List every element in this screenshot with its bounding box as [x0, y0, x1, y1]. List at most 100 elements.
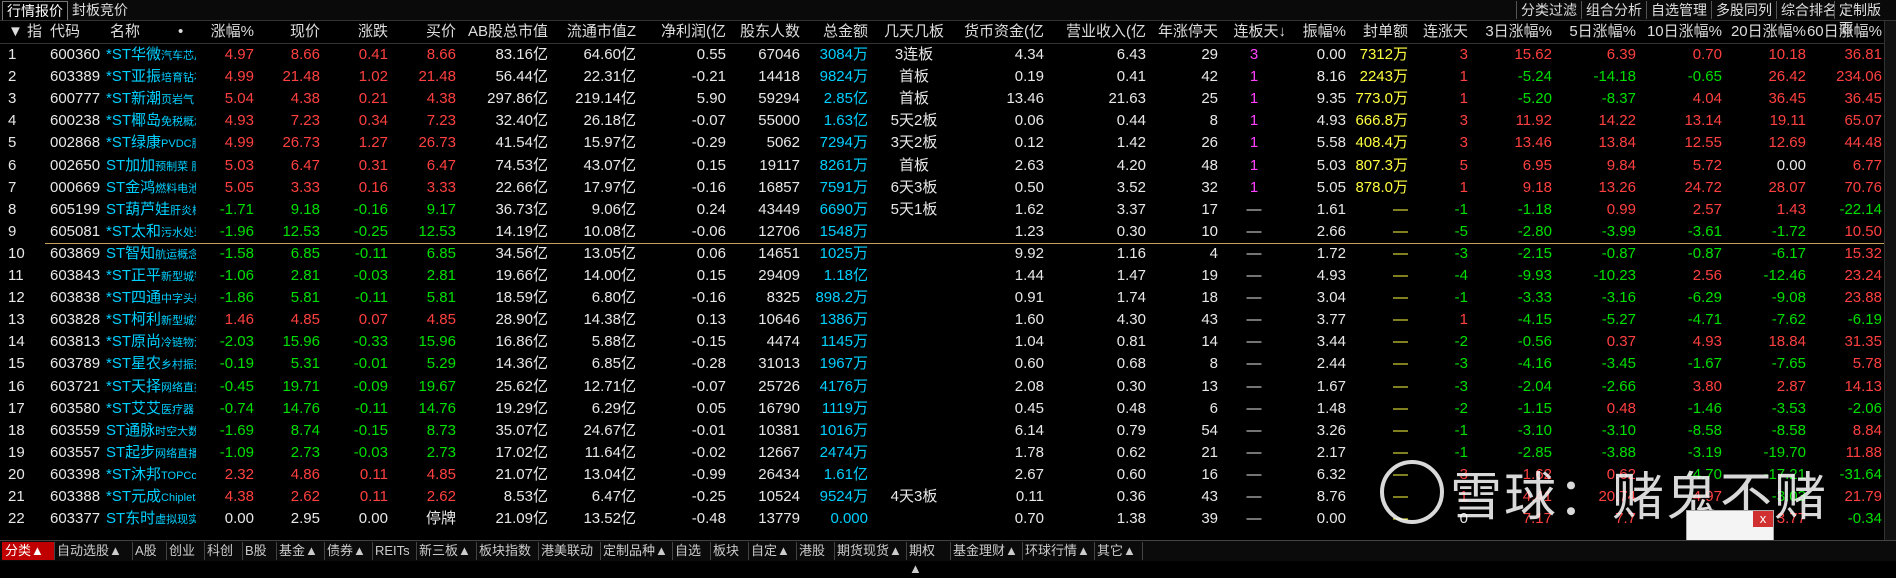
col-buy[interactable]: 买价 [396, 21, 456, 43]
stock-name[interactable]: *ST艾艾医疗器 转 [106, 398, 196, 420]
stock-name[interactable]: *ST四通中字头概 [106, 287, 196, 309]
table-row[interactable]: 1 600360 4.97 8.66 0.41 8.66 83.16亿 64.60亿 0.55 6… [0, 44, 1896, 66]
col-5d[interactable]: 5日涨幅% [1556, 21, 1636, 43]
table-row[interactable]: 8 605199 -1.71 9.18 -0.16 9.17 36.73亿 9.06亿 0.24… [0, 199, 1896, 221]
stock-name[interactable]: *ST太和污水处理 [106, 221, 196, 243]
stock-name[interactable]: *ST元成Chiplet概念 [106, 486, 196, 508]
bottom-tab[interactable]: 分类▲ [2, 542, 55, 560]
bottom-tab[interactable]: 自选 [672, 542, 711, 560]
tab-multi-stock[interactable]: 多股同列 [1711, 1, 1776, 19]
bottom-tab[interactable]: 定制品种▲ [600, 542, 673, 560]
close-icon[interactable]: x [1753, 511, 1773, 527]
stock-name[interactable]: ST通脉时空大数据 [106, 420, 196, 442]
bottom-tab[interactable]: 债券▲ [324, 542, 373, 560]
tab-ranking[interactable]: 综合排名 [1776, 1, 1841, 19]
bottom-tab[interactable]: REITs [372, 542, 417, 560]
table-row[interactable]: 18 603559 -1.69 8.74 -0.15 8.73 35.07亿 24.67亿 -0… [0, 420, 1896, 442]
stock-name[interactable]: *ST亚振培育钻石 [106, 66, 196, 88]
cell-i: 20 [8, 465, 25, 483]
stock-name[interactable]: *ST原尚冷链物流 [106, 331, 196, 353]
col-index[interactable]: ▼ 指 [8, 21, 48, 43]
stock-name[interactable]: *ST华微汽车芯片 [106, 44, 196, 66]
col-amplitude[interactable]: 振幅% [1290, 21, 1346, 43]
col-profit[interactable]: 净利润(亿 [642, 21, 726, 43]
bottom-tab[interactable]: 期货现货▲ [834, 542, 907, 560]
col-change[interactable]: 涨跌 [328, 21, 388, 43]
table-row[interactable]: 5 002868 4.99 26.73 1.27 26.73 41.54亿 15.97亿 -0.… [0, 132, 1896, 154]
table-row[interactable]: 6 002650 5.03 6.47 0.31 6.47 74.53亿 43.07亿 0.15 1… [0, 155, 1896, 177]
bottom-tab[interactable]: 新三板▲ [416, 542, 477, 560]
tab-quotes[interactable]: 行情报价 [2, 1, 68, 20]
col-cont-days[interactable]: 连板天↓ [1222, 21, 1286, 43]
col-name[interactable]: 名称 [110, 21, 170, 43]
table-row[interactable]: 10 603869 -1.58 6.85 -0.11 6.85 34.56亿 13.05亿 0.… [0, 243, 1896, 265]
stock-name[interactable]: ST葫芦娃肝炎概念 [106, 199, 196, 221]
table-row[interactable]: 4 600238 4.93 7.23 0.34 7.23 32.40亿 26.18亿 -0.07… [0, 110, 1896, 132]
col-holders[interactable]: 股东人数 [730, 21, 800, 43]
table-row[interactable]: 7 000669 5.05 3.33 0.16 3.33 22.66亿 17.97亿 -0.16… [0, 177, 1896, 199]
stock-name[interactable]: ST金鸿燃料电池 [106, 177, 196, 199]
col-10d[interactable]: 10日涨幅% [1640, 21, 1722, 43]
bottom-tab[interactable]: 港美联动 [538, 542, 601, 560]
stock-name[interactable]: *ST绿康PVDC膜 [106, 132, 196, 154]
bottom-tab[interactable]: 科创 [204, 542, 243, 560]
bottom-tab[interactable]: 基金理财▲ [950, 542, 1023, 560]
stock-name[interactable]: ST东时虚拟现实 [106, 508, 196, 530]
col-cash[interactable]: 货币资金(亿 [956, 21, 1044, 43]
stock-name[interactable]: *ST椰岛免税概念 [106, 110, 196, 132]
bottom-tab[interactable]: 自动选股▲ [54, 542, 133, 560]
col-boards[interactable]: 几天几板 [874, 21, 954, 43]
table-row[interactable]: 16 603721 -0.45 19.71 -0.09 19.67 25.62亿 12.71亿… [0, 376, 1896, 398]
table-row[interactable]: 11 603843 -1.06 2.81 -0.03 2.81 19.66亿 14.00亿 0.… [0, 265, 1896, 287]
col-amount[interactable]: 总金额 [806, 21, 868, 43]
tab-filter[interactable]: 分类过滤 [1516, 1, 1581, 19]
bottom-tab[interactable]: 基金▲ [276, 542, 325, 560]
table-row[interactable]: 14 603813 -2.03 15.96 -0.33 15.96 16.86亿 5.88亿 -… [0, 331, 1896, 353]
vertical-scrollbar[interactable] [1884, 21, 1896, 540]
bottom-tab[interactable]: 板块 [710, 542, 749, 560]
stock-name[interactable]: *ST正平新型城镇 [106, 265, 196, 287]
stock-name[interactable]: ST加加预制菜 股 [106, 155, 196, 177]
bottom-tab[interactable]: B股 [242, 542, 277, 560]
table-row[interactable]: 15 603789 -0.19 5.31 -0.01 5.29 14.36亿 6.85亿 -0.… [0, 353, 1896, 375]
table-row[interactable]: 17 603580 -0.74 14.76 -0.11 14.76 19.29亿 6.29亿 0… [0, 398, 1896, 420]
stock-name[interactable]: ST智知航运概念 [106, 243, 196, 265]
tab-watchlist-manage[interactable]: 自选管理 [1646, 1, 1711, 19]
stock-name[interactable]: *ST新潮页岩气 赛 [106, 88, 196, 110]
stock-name[interactable]: ST起步网络直播 [106, 442, 196, 464]
bottom-tab[interactable]: A股 [132, 542, 167, 560]
col-ab-cap[interactable]: AB股总市值 [460, 21, 548, 43]
tab-custom-layout[interactable]: 定制版面 [1834, 1, 1896, 36]
stock-name[interactable]: *ST星农乡村振兴 [106, 353, 196, 375]
bottom-tab[interactable]: 板块指数 [476, 542, 539, 560]
col-limit-days[interactable]: 年涨停天 [1150, 21, 1218, 43]
stock-name[interactable]: *ST柯利新型城镇 [106, 309, 196, 331]
table-row[interactable]: 9 605081 -1.96 12.53 -0.25 12.53 14.19亿 10.08亿 -… [0, 221, 1896, 243]
bottom-tab[interactable]: 其它▲ [1094, 542, 1143, 560]
bottom-tab[interactable]: 环球行情▲ [1022, 542, 1095, 560]
bottom-tab[interactable]: 自定▲ [748, 542, 797, 560]
col-20d[interactable]: 20日涨幅% [1724, 21, 1806, 43]
bottom-tab[interactable]: 创业 [166, 542, 205, 560]
bottom-tab[interactable]: 期权▲ [906, 542, 951, 576]
table-row[interactable]: 2 603389 4.99 21.48 1.02 21.48 56.44亿 22.31亿 -0.… [0, 66, 1896, 88]
col-revenue[interactable]: 营业收入(亿 [1050, 21, 1146, 43]
table-row[interactable]: 13 603828 1.46 4.85 0.07 4.85 28.90亿 14.38亿 0.13… [0, 309, 1896, 331]
col-pct[interactable]: 涨幅% [198, 21, 254, 43]
stock-name[interactable]: *ST沐邦TOPCon电池 [106, 464, 196, 486]
col-float-cap[interactable]: 流通市值Z [552, 21, 636, 43]
col-price[interactable]: 现价 [262, 21, 320, 43]
table-row[interactable]: 12 603838 -1.86 5.81 -0.11 5.81 18.59亿 6.80亿 -0.… [0, 287, 1896, 309]
col-60d[interactable]: 60日涨幅% [1800, 21, 1882, 43]
cell-ld: 17 [1201, 200, 1218, 218]
col-seal-amount[interactable]: 封单额 [1352, 21, 1408, 43]
stock-name[interactable]: *ST天择网络直播 [106, 376, 196, 398]
col-3d[interactable]: 3日涨幅% [1472, 21, 1552, 43]
table-row[interactable]: 3 600777 5.04 4.38 0.21 4.38 297.86亿 219.14亿 5.9… [0, 88, 1896, 110]
tab-auction[interactable]: 封板竞价 [68, 1, 132, 19]
col-code[interactable]: 代码 [50, 21, 100, 43]
cell-amp: 3.44 [1316, 333, 1346, 351]
col-up-days[interactable]: 连涨天 [1412, 21, 1468, 43]
tab-combo-analysis[interactable]: 组合分析 [1581, 1, 1646, 19]
bottom-tab[interactable]: 港股 [796, 542, 835, 560]
